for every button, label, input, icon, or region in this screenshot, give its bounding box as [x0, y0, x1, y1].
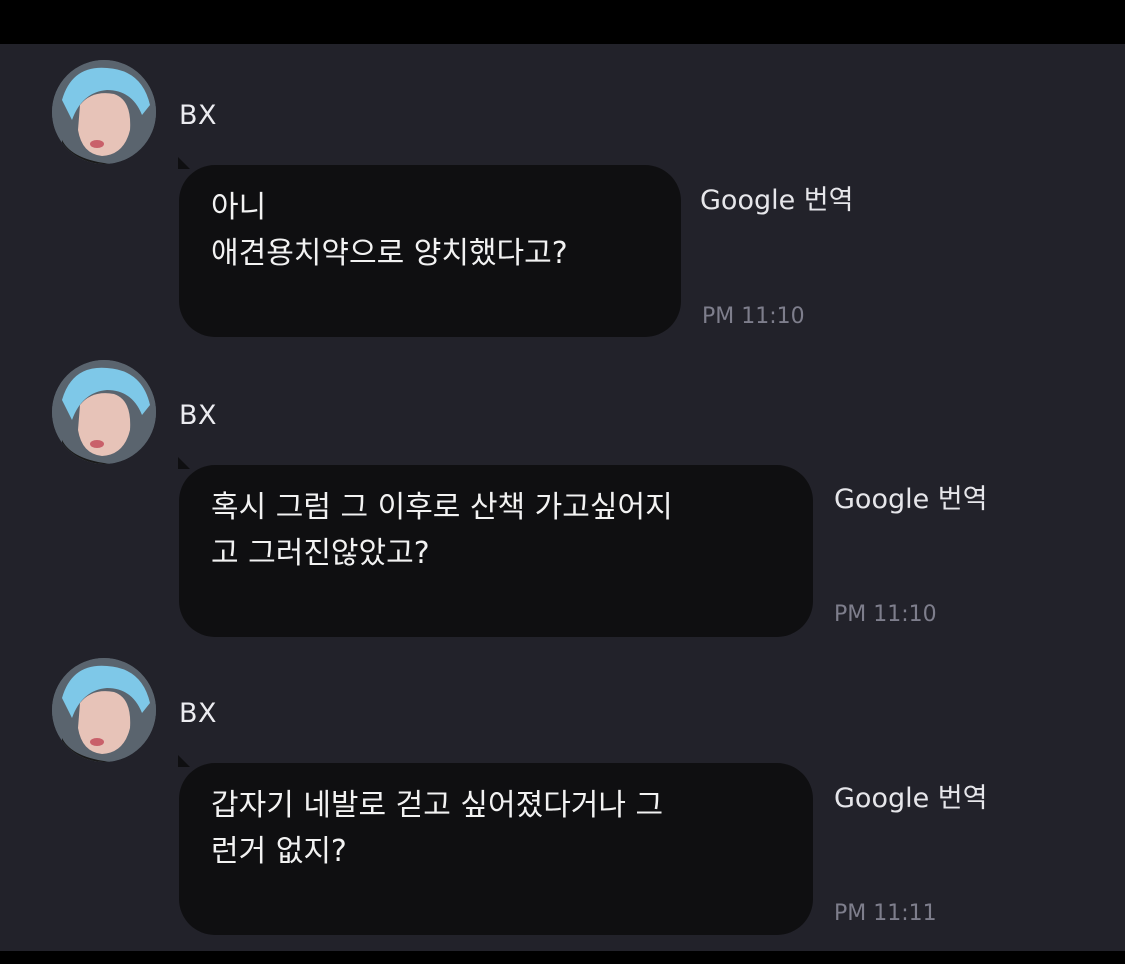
bubble-tail — [178, 157, 190, 169]
avatar[interactable] — [52, 658, 156, 762]
status-bar — [0, 0, 1125, 44]
sender-name: BX — [179, 100, 218, 131]
timestamp: PM 11:10 — [834, 602, 937, 627]
message-text-line: 애견용치약으로 양치했다고? — [211, 236, 568, 271]
avatar[interactable] — [52, 60, 156, 164]
sender-name: BX — [179, 400, 218, 431]
bubble-tail — [178, 457, 190, 469]
google-translate-link[interactable]: Google 번역 — [700, 178, 853, 217]
message-text-line: 혹시 그럼 그 이후로 산책 가고싶어지 — [211, 490, 673, 525]
message-bubble[interactable]: 갑자기 네발로 걷고 싶어졌다거나 그 런거 없지? — [178, 755, 813, 935]
timestamp: PM 11:10 — [702, 304, 805, 329]
bubble-tail — [178, 755, 190, 767]
message-text-line: 갑자기 네발로 걷고 싶어졌다거나 그 — [211, 788, 664, 823]
google-translate-link[interactable]: Google 번역 — [834, 776, 987, 815]
bottom-bar — [0, 951, 1125, 964]
timestamp: PM 11:11 — [834, 901, 937, 926]
message-text-line: 런거 없지? — [211, 834, 347, 869]
message-text-line: 고 그러진않았고? — [211, 536, 430, 571]
message-bubble[interactable]: 혹시 그럼 그 이후로 산책 가고싶어지 고 그러진않았고? — [178, 457, 813, 637]
message-text-line: 아니 — [211, 190, 267, 225]
sender-name: BX — [179, 698, 218, 729]
google-translate-link[interactable]: Google 번역 — [834, 477, 987, 516]
avatar[interactable] — [52, 360, 156, 464]
message-bubble[interactable]: 아니 애견용치약으로 양치했다고? — [178, 157, 681, 337]
